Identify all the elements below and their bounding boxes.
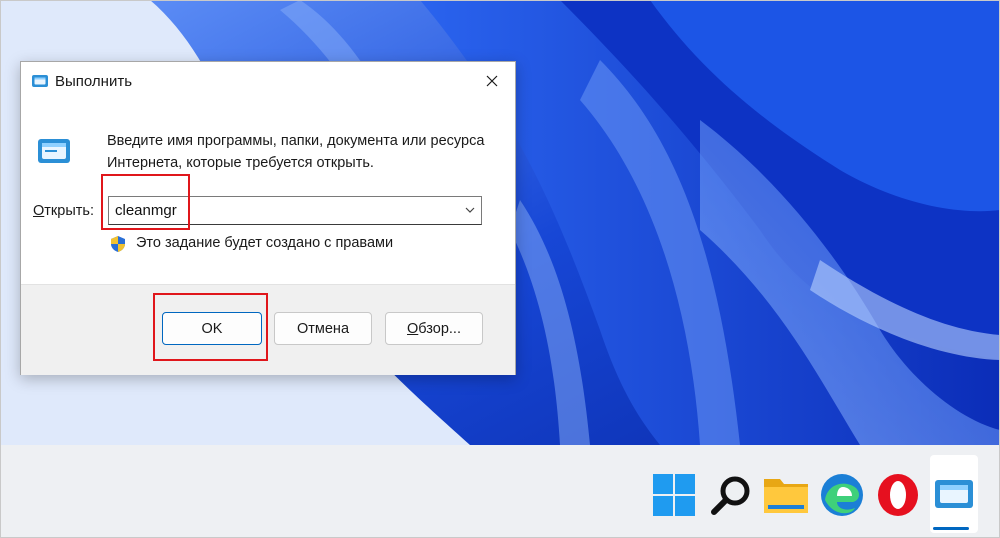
run-icon: [935, 480, 973, 508]
taskbar-edge[interactable]: [818, 471, 866, 519]
dialog-description: Введите имя программы, папки, документа …: [107, 133, 485, 171]
dialog-titlebar[interactable]: Выполнить: [21, 62, 515, 102]
open-label: Открыть:: [33, 203, 94, 219]
dialog-title: Выполнить: [55, 73, 133, 90]
close-icon: [486, 75, 498, 87]
run-icon: [32, 75, 48, 87]
windows-start-icon: [653, 474, 695, 516]
command-combobox[interactable]: [108, 196, 482, 225]
cancel-button[interactable]: Отмена: [274, 312, 372, 345]
search-icon: [711, 476, 750, 515]
taskbar-file-explorer[interactable]: [762, 471, 810, 519]
uac-shield-icon: [111, 236, 125, 252]
browse-button[interactable]: Обзор...: [385, 312, 483, 345]
edge-icon: [821, 474, 863, 516]
file-explorer-icon: [764, 479, 808, 513]
close-button[interactable]: [469, 62, 515, 100]
run-program-icon: [38, 139, 70, 163]
chevron-down-icon[interactable]: [465, 206, 475, 214]
taskbar: [0, 445, 1000, 538]
dialog-footer: OK Отмена Обзор...: [21, 284, 515, 375]
taskbar-opera[interactable]: [874, 471, 922, 519]
ok-button[interactable]: OK: [162, 312, 262, 345]
admin-note: Это задание будет создано с правами: [136, 235, 394, 251]
command-input[interactable]: [109, 197, 455, 224]
taskbar-search[interactable]: [707, 471, 755, 519]
opera-icon: [878, 474, 918, 516]
taskbar-run[interactable]: [930, 455, 978, 533]
run-dialog: Выполнить Введите имя программы, папки, …: [20, 61, 516, 375]
active-app-indicator: [933, 527, 969, 530]
taskbar-start[interactable]: [650, 471, 698, 519]
